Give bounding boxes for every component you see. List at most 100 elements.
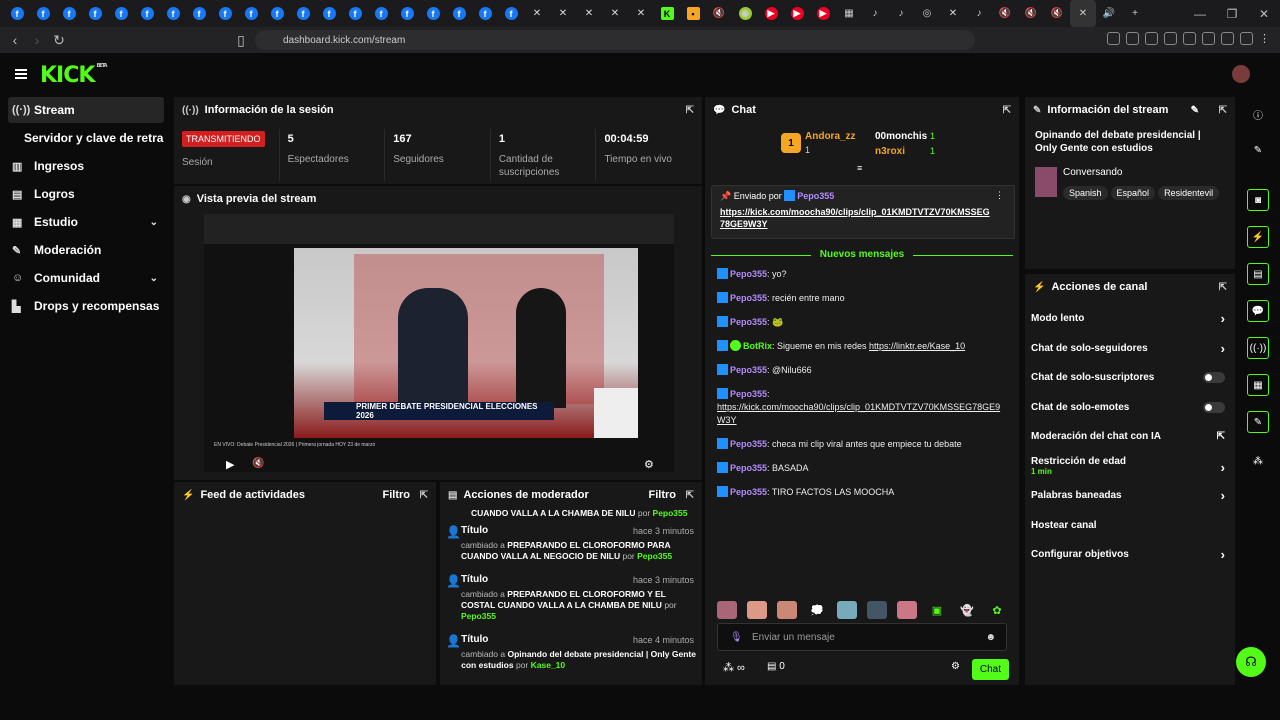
play-icon[interactable]: ▶ [226,458,234,471]
chat-settings-icon[interactable]: ⚙ [951,661,960,672]
sidebar-item-stream[interactable]: ((·)) Stream [8,97,164,123]
tab-facebook[interactable]: f [160,0,186,27]
sidebar-item-drops[interactable]: ▙ Drops y recompensas [8,293,164,319]
slow-mode-item[interactable]: Modo lento › [1025,304,1235,334]
maximize-icon[interactable]: ❐ [1216,7,1248,21]
goals-item[interactable]: Configurar objetivos › [1025,540,1235,570]
popout-icon[interactable]: ⇱ [1003,105,1011,116]
kick-logo[interactable]: KICK BETA [40,63,108,88]
tab-facebook[interactable]: f [56,0,82,27]
chat-link[interactable]: https://linktr.ee/Kase_10 [869,341,965,351]
host-channel-item[interactable]: Hostear canal [1025,511,1235,541]
hamburger-icon[interactable] [15,69,27,79]
extension-icon[interactable] [1221,32,1234,45]
tab-facebook[interactable]: f [82,0,108,27]
extension-icon[interactable] [1107,32,1120,45]
avatar[interactable] [1232,65,1250,83]
more-icon[interactable]: ⋮ [995,190,1004,201]
tab-misc[interactable]: 🔇 [1018,0,1044,27]
tab-youtube[interactable]: ▶ [810,0,836,27]
tab-misc[interactable]: 🔇 [992,0,1018,27]
sidebar-item-revenue[interactable]: ▥ Ingresos [8,153,164,179]
tab-youtube[interactable]: ▶ [758,0,784,27]
banned-words-item[interactable]: Palabras baneadas › [1025,481,1235,511]
forward-icon[interactable]: › [26,32,48,48]
emote-icon[interactable] [897,601,917,619]
reload-icon[interactable]: ↻ [48,32,70,49]
tab-facebook[interactable]: f [186,0,212,27]
bolt-icon[interactable]: ⚡ [1247,226,1269,248]
popout-icon[interactable]: ⇱ [686,105,694,116]
tab-tiktok[interactable]: ♪ [862,0,888,27]
pinned-link[interactable]: https://kick.com/moocha90/clips/clip_01K… [720,206,990,230]
url-bar[interactable]: dashboard.kick.com/stream [255,30,975,50]
chat-bubble-icon[interactable]: 💬 [1247,300,1269,322]
back-icon[interactable]: ‹ [4,32,26,48]
tab-facebook[interactable]: f [394,0,420,27]
activity-filter-button[interactable]: Filtro [383,489,411,501]
tab-misc[interactable]: 🔇 [1044,0,1070,27]
tab-misc[interactable]: ▪ [680,0,706,27]
send-chat-button[interactable]: Chat [971,659,1009,680]
gifter-2-name[interactable]: 00monchis [875,131,927,142]
extension-icon[interactable] [1126,32,1139,45]
tab-facebook[interactable]: f [472,0,498,27]
broadcast-icon[interactable]: ((·)) [1247,337,1269,359]
followers-only-item[interactable]: Chat de solo-seguidores › [1025,334,1235,364]
tab-x[interactable]: ✕ [602,0,628,27]
emoji-icon[interactable]: ☻ [985,632,996,643]
stream-preview-video[interactable]: PRIMER DEBATE PRESIDENCIAL ELECCIONES 20… [204,214,674,472]
tab-facebook[interactable]: f [290,0,316,27]
tab-x[interactable]: ✕ [576,0,602,27]
tab-facebook[interactable]: f [316,0,342,27]
extension-icon[interactable] [1202,32,1215,45]
tab-facebook[interactable]: f [420,0,446,27]
wrench-icon[interactable]: ✎ [1247,411,1269,433]
mic-icon[interactable]: 🎙 [730,632,743,643]
extension-icon[interactable] [1183,32,1196,45]
camera-icon[interactable]: ◙ [1247,189,1269,211]
tab-facebook[interactable]: f [264,0,290,27]
gifter-3-name[interactable]: n3roxi [875,146,905,157]
tab-misc[interactable]: ◎ [914,0,940,27]
tab-tiktok[interactable]: ♪ [888,0,914,27]
tab-misc[interactable]: 🔇 [706,0,732,27]
widgets-icon[interactable]: ⁂ [1247,450,1269,472]
points-display[interactable]: ▤ 0 [767,661,785,672]
tab-misc[interactable]: ◉ [732,0,758,27]
popout-icon[interactable]: ⇱ [1219,105,1227,116]
emote-icon[interactable]: 💭 [807,601,827,619]
extension-icon[interactable] [1164,32,1177,45]
tab-facebook[interactable]: f [498,0,524,27]
mod-filter-button[interactable]: Filtro [649,489,677,501]
emote-icon[interactable] [867,601,887,619]
tab-facebook[interactable]: f [134,0,160,27]
tab-misc[interactable]: ▦ [836,0,862,27]
list-icon[interactable]: ▤ [1247,263,1269,285]
tab-facebook[interactable]: f [446,0,472,27]
edit-icon[interactable]: ✎ [1247,139,1269,161]
emote-icon[interactable] [777,601,797,619]
tag[interactable]: Spanish [1063,186,1108,200]
mute-icon[interactable]: 🔇 [252,458,264,469]
tab-kick[interactable]: K [654,0,680,27]
subscribers-only-toggle[interactable] [1203,372,1225,384]
tab-facebook[interactable]: f [238,0,264,27]
tab-facebook[interactable]: f [212,0,238,27]
info-icon[interactable]: ⓘ [1247,103,1269,125]
extension-icon[interactable] [1145,32,1158,45]
emote-icon[interactable]: 👻 [957,601,977,619]
sidebar-item-moderation[interactable]: ✎ Moderación [8,237,164,263]
top-gifter-name[interactable]: Andora_zz [805,131,856,142]
collapse-icon[interactable]: ≡ [857,163,862,173]
minimize-icon[interactable]: — [1184,7,1216,21]
settings-icon[interactable]: ⚙ [644,458,654,471]
age-restriction-item[interactable]: Restricción de edad 1 min › [1025,452,1235,482]
help-headset-icon[interactable]: ☊ [1236,647,1266,677]
tab-facebook[interactable]: f [342,0,368,27]
tab-x[interactable]: ✕ [940,0,966,27]
close-window-icon[interactable]: ✕ [1248,7,1280,21]
shield-icon[interactable]: ▦ [1247,374,1269,396]
menu-icon[interactable]: ⋮ [1259,32,1272,45]
infinity-points-icon[interactable]: ⁂ ∞ [723,661,745,674]
